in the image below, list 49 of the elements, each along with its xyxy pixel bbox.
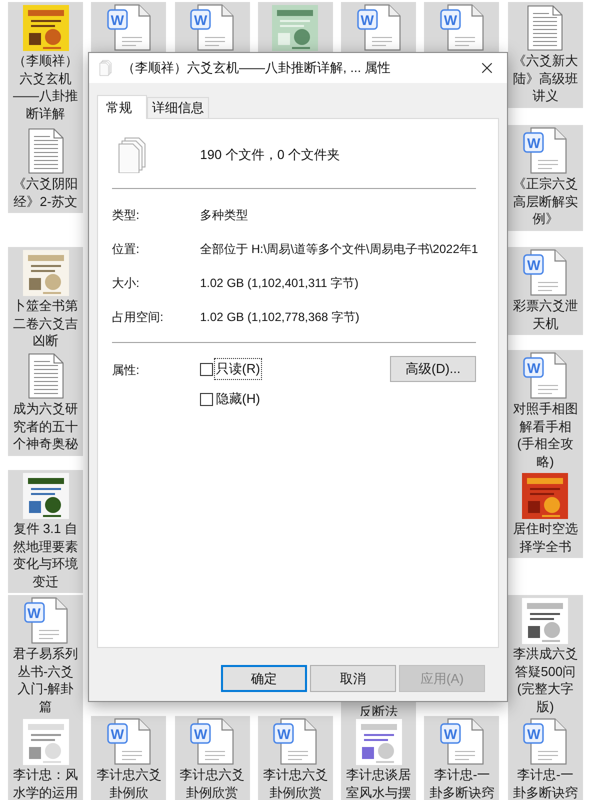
property-label: 大小: bbox=[112, 275, 140, 292]
tab[interactable]: 详细信息 bbox=[147, 97, 209, 118]
file-tile[interactable]: （李顺祥）六爻玄机——八卦推断详解 bbox=[8, 2, 83, 125]
file-tile[interactable]: W bbox=[91, 2, 166, 55]
property-value: 多种类型 bbox=[200, 207, 248, 224]
checkbox[interactable] bbox=[200, 392, 213, 406]
file-tile[interactable] bbox=[258, 2, 333, 55]
property-value: 全部位于 H:\周易\道等多个文件\周易电子书\2022年1 bbox=[200, 241, 478, 258]
file-tile[interactable]: W 彩票六爻泄天机 bbox=[508, 247, 583, 335]
text-document-icon bbox=[527, 5, 564, 51]
file-tile[interactable]: W 君子易系列丛书-六爻入门-解卦篇 bbox=[8, 595, 83, 718]
checkbox-label[interactable]: 隐藏(H) bbox=[215, 389, 262, 409]
dialog-button[interactable]: 取消 bbox=[310, 665, 396, 692]
dialog-button[interactable]: 确定 bbox=[221, 665, 307, 692]
file-tile[interactable]: 成为六爻研究者的五十个神奇奥秘 bbox=[8, 350, 83, 456]
advanced-button[interactable]: 高级(D)... bbox=[390, 356, 476, 382]
file-tile[interactable]: 李计忠谈居室风水与摆 bbox=[341, 716, 416, 800]
file-tile[interactable]: 《六爻新大陆》高级班讲义 bbox=[508, 2, 583, 108]
file-tile[interactable]: W bbox=[424, 2, 500, 55]
file-tile[interactable]: W bbox=[341, 2, 416, 55]
text-document-icon bbox=[28, 353, 64, 399]
file-tile[interactable]: W 李计忠-一卦多断诀窍 bbox=[508, 716, 583, 800]
files-icon bbox=[99, 60, 112, 76]
file-tile[interactable]: W bbox=[174, 2, 250, 55]
file-tile[interactable]: W 李计忠六爻卦例欣 bbox=[91, 716, 166, 800]
file-tile[interactable]: 居住时空选择学全书 bbox=[508, 470, 583, 558]
property-value: 1.02 GB (1,102,401,311 字节) bbox=[200, 275, 359, 292]
property-value: 1.02 GB (1,102,778,368 字节) bbox=[200, 309, 360, 326]
file-tile[interactable]: 复件 3.1 自然地理要素变化与环境变迁 bbox=[8, 470, 83, 593]
summary-text: 190 个文件，0 个文件夹 bbox=[200, 146, 340, 164]
file-tile[interactable]: W 李计忠六爻卦例欣赏 bbox=[174, 716, 250, 800]
text-document-icon bbox=[28, 128, 64, 174]
checkbox[interactable] bbox=[200, 362, 213, 376]
property-label: 占用空间: bbox=[112, 309, 164, 326]
file-tile[interactable]: 李洪成六爻答疑500问(完整大字版) bbox=[508, 595, 583, 718]
property-label: 类型: bbox=[112, 207, 140, 224]
file-tile[interactable]: W 李计忠六爻卦例欣赏 bbox=[258, 716, 333, 800]
property-label: 位置: bbox=[112, 241, 140, 258]
file-tile[interactable]: W 《正宗六爻高层断解实例》 bbox=[508, 125, 583, 230]
tab[interactable]: 常规 bbox=[97, 95, 147, 119]
window-title: （李顺祥）六爻玄机——八卦推断详解, ... 属性 bbox=[122, 59, 391, 78]
file-tile[interactable]: 《六爻阴阳经》2-苏文 bbox=[8, 125, 83, 213]
file-tile[interactable]: 卜筮全书第二卷六爻吉凶断 bbox=[8, 247, 83, 352]
attributes-label: 属性: bbox=[112, 362, 140, 379]
file-tile[interactable]: 李计忠：风水学的运用 bbox=[8, 716, 83, 800]
file-tile[interactable]: W 李计忠-一卦多断诀窍 bbox=[424, 716, 500, 800]
checkbox-label[interactable]: 只读(R) bbox=[215, 359, 262, 379]
files-icon bbox=[117, 137, 147, 173]
file-tile[interactable]: W 对照手相图解看手相(手相全攻略) bbox=[508, 350, 583, 473]
